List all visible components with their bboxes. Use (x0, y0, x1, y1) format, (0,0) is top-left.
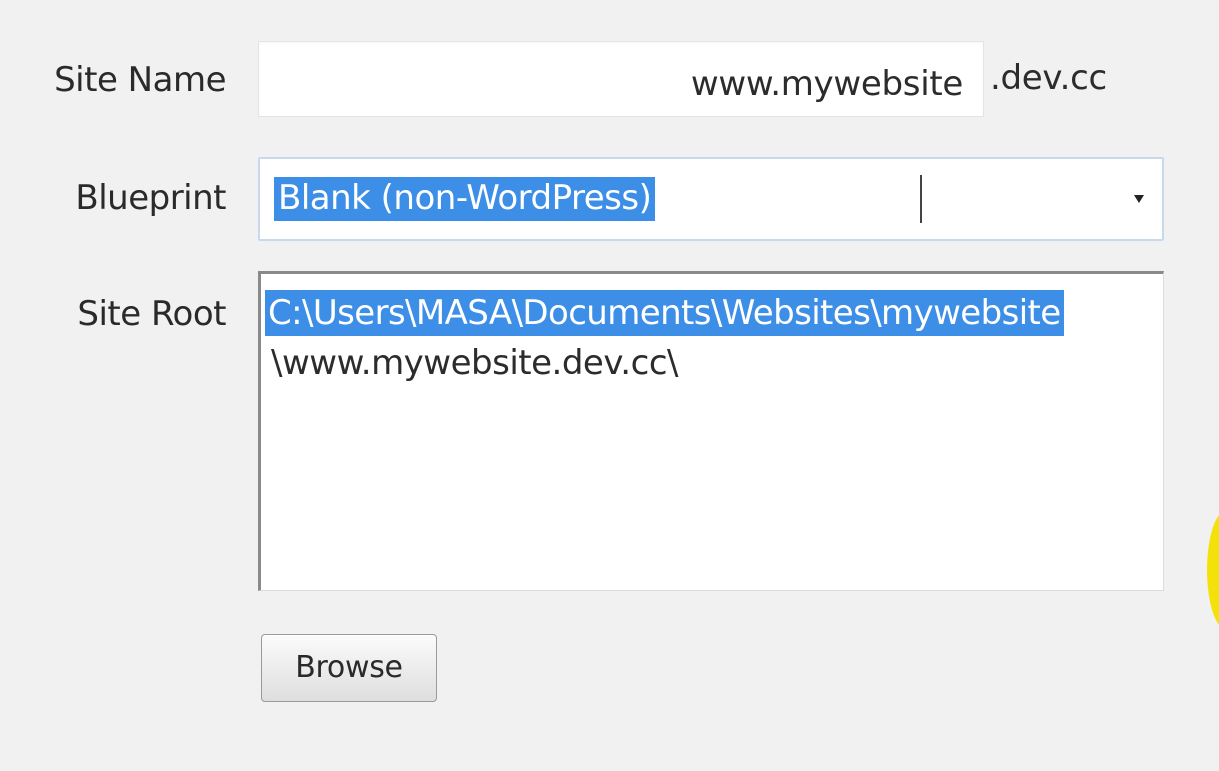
text-cursor (920, 175, 922, 223)
blueprint-select[interactable]: Blank (non-WordPress) (258, 157, 1164, 241)
site-name-value: www.mywebsite (690, 64, 963, 104)
domain-suffix: .dev.cc (990, 58, 1107, 98)
site-settings-form: Site Name www.mywebsite .dev.cc Blueprin… (0, 0, 1219, 771)
site-name-input[interactable]: www.mywebsite (258, 41, 984, 117)
site-root-path-line1: C:\Users\MASA\Documents\Websites\mywebsi… (265, 290, 1064, 336)
browse-button[interactable]: Browse (261, 634, 437, 702)
blueprint-selected-value: Blank (non-WordPress) (274, 177, 656, 221)
site-name-label: Site Name (54, 60, 226, 100)
site-root-path-line2: \www.mywebsite.dev.cc\ (271, 343, 678, 383)
chevron-down-icon[interactable] (1134, 195, 1144, 203)
blueprint-label: Blueprint (75, 178, 226, 218)
cursor-highlight (1207, 510, 1219, 630)
site-root-textarea[interactable]: C:\Users\MASA\Documents\Websites\mywebsi… (258, 271, 1164, 591)
site-root-label: Site Root (77, 294, 226, 334)
